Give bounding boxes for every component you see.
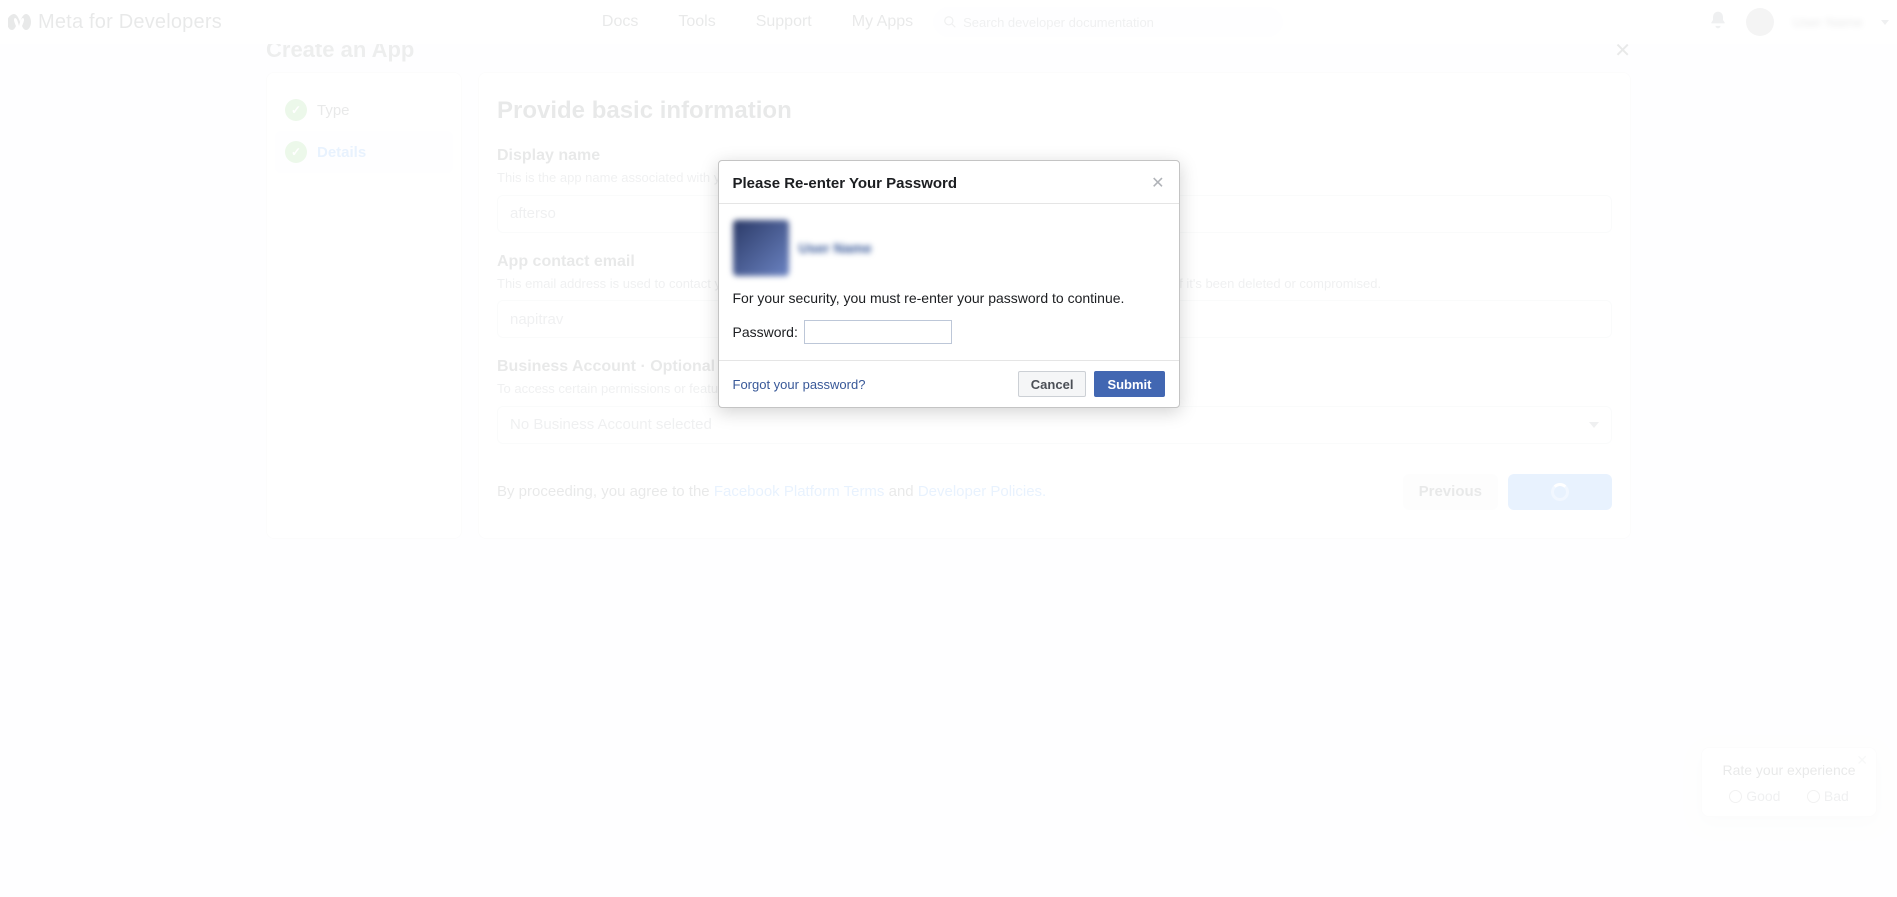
user-photo xyxy=(733,220,789,276)
password-label: Password: xyxy=(733,324,798,340)
cancel-button[interactable]: Cancel xyxy=(1018,371,1087,397)
modal-user: User Name xyxy=(733,220,1165,276)
modal-body: User Name For your security, you must re… xyxy=(719,204,1179,360)
modal-overlay: Please Re-enter Your Password ✕ User Nam… xyxy=(0,0,1897,897)
close-icon[interactable]: ✕ xyxy=(1151,173,1164,193)
modal-user-name: User Name xyxy=(799,240,872,256)
modal-footer: Forgot your password? Cancel Submit xyxy=(719,360,1179,407)
submit-button[interactable]: Submit xyxy=(1094,371,1164,397)
password-row: Password: xyxy=(733,320,1165,344)
password-input[interactable] xyxy=(804,320,952,344)
modal-actions: Cancel Submit xyxy=(1018,371,1165,397)
modal-header: Please Re-enter Your Password ✕ xyxy=(719,161,1179,204)
forgot-password-link[interactable]: Forgot your password? xyxy=(733,377,866,392)
password-modal: Please Re-enter Your Password ✕ User Nam… xyxy=(718,160,1180,408)
modal-body-text: For your security, you must re-enter you… xyxy=(733,290,1165,306)
modal-title: Please Re-enter Your Password xyxy=(733,175,958,192)
